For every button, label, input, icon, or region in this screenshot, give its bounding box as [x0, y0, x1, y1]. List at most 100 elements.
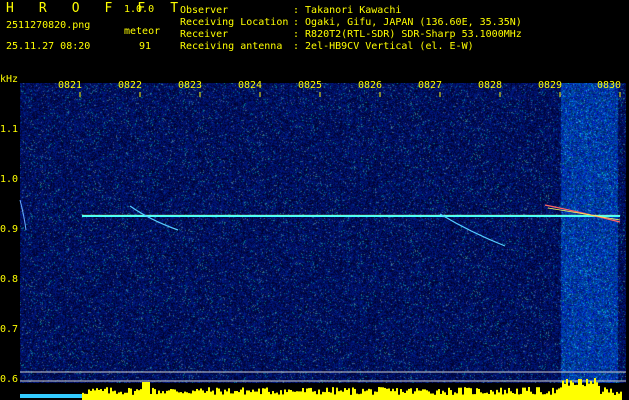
activity-bar: [118, 392, 120, 400]
activity-bar: [306, 388, 308, 400]
activity-bar: [456, 393, 458, 400]
meteor-count: 91: [139, 41, 152, 52]
activity-bar: [160, 393, 162, 400]
activity-bar: [182, 393, 184, 400]
activity-bar: [558, 388, 560, 400]
activity-bar: [346, 389, 348, 400]
activity-bar: [610, 388, 612, 400]
activity-bar: [472, 394, 474, 400]
activity-bar: [280, 390, 282, 400]
activity-bar: [516, 388, 518, 400]
activity-bar: [212, 390, 214, 400]
activity-bar: [514, 393, 516, 400]
activity-bar: [320, 394, 322, 400]
activity-bar: [270, 394, 272, 400]
activity-bar: [406, 390, 408, 400]
activity-bar: [268, 391, 270, 400]
activity-bar: [370, 389, 372, 400]
activity-bar: [326, 387, 328, 400]
activity-bar: [102, 390, 104, 400]
activity-bar: [422, 389, 424, 400]
activity-bar: [488, 393, 490, 400]
activity-bar: [204, 392, 206, 400]
activity-bar: [476, 388, 478, 400]
activity-bar: [520, 393, 522, 400]
activity-bar: [260, 394, 262, 400]
activity-bar: [90, 390, 92, 400]
activity-bar: [136, 389, 138, 400]
activity-bar: [122, 394, 124, 400]
activity-bar: [570, 380, 572, 400]
activity-bar: [300, 391, 302, 400]
activity-bar: [162, 391, 164, 400]
activity-bar: [430, 393, 432, 400]
activity-bar: [336, 387, 338, 400]
activity-bar: [282, 394, 284, 400]
activity-bar: [166, 390, 168, 400]
activity-bar: [492, 391, 494, 400]
activity-bar: [126, 392, 128, 400]
activity-bar: [434, 394, 436, 400]
activity-bar: [412, 393, 414, 400]
activity-bar: [108, 393, 110, 400]
activity-bar: [562, 380, 564, 400]
activity-bar: [192, 390, 194, 400]
activity-bar: [620, 391, 622, 400]
activity-bar: [502, 394, 504, 400]
activity-bar: [180, 392, 182, 400]
activity-bar: [344, 388, 346, 400]
activity-bar: [236, 391, 238, 400]
activity-bar: [394, 391, 396, 400]
activity-bar: [174, 389, 176, 400]
activity-bar: [238, 392, 240, 400]
activity-bar: [198, 390, 200, 400]
activity-bar: [252, 389, 254, 400]
observer-label: Observer: [180, 5, 229, 16]
activity-bar: [450, 390, 452, 400]
activity-bar: [312, 391, 314, 400]
freq-tick-1-1: 1.1: [0, 124, 19, 135]
activity-bar: [518, 394, 520, 400]
activity-bar: [116, 393, 118, 400]
activity-bar: [256, 391, 258, 400]
activity-bar: [564, 383, 566, 400]
activity-bar: [148, 382, 150, 400]
freq-tick-0-8: 0.8: [0, 274, 19, 285]
activity-bar: [106, 387, 108, 400]
activity-bar: [508, 387, 510, 400]
activity-bar: [400, 389, 402, 400]
activity-bar: [98, 389, 100, 400]
activity-bar: [316, 394, 318, 400]
activity-bar: [176, 391, 178, 400]
activity-bar: [448, 387, 450, 400]
activity-bar: [462, 394, 464, 400]
activity-bar: [210, 391, 212, 400]
activity-bar: [604, 387, 606, 400]
activity-bar: [616, 391, 618, 400]
activity-bar: [100, 389, 102, 400]
activity-bar: [138, 390, 140, 400]
activity-bar: [190, 393, 192, 400]
app-version: 1.0.0: [124, 4, 155, 15]
time-tick-0828: 0828: [478, 80, 503, 91]
activity-bar: [330, 392, 332, 400]
activity-bar: [274, 393, 276, 400]
activity-bar: [486, 392, 488, 400]
activity-bar: [424, 389, 426, 400]
activity-bar: [142, 382, 144, 400]
activity-bar: [250, 392, 252, 400]
activity-bar: [408, 388, 410, 400]
activity-bar: [158, 390, 160, 400]
activity-bar: [368, 388, 370, 400]
activity-bar: [530, 391, 532, 400]
activity-bar: [352, 387, 354, 400]
activity-bar: [540, 392, 542, 400]
antenna-label: Receiving antenna: [180, 41, 283, 52]
activity-bar: [130, 388, 132, 400]
activity-bar: [290, 389, 292, 400]
activity-bar: [340, 390, 342, 400]
activity-bar: [380, 387, 382, 400]
activity-bar: [314, 391, 316, 400]
activity-bar: [618, 393, 620, 400]
activity-bar: [442, 390, 444, 400]
